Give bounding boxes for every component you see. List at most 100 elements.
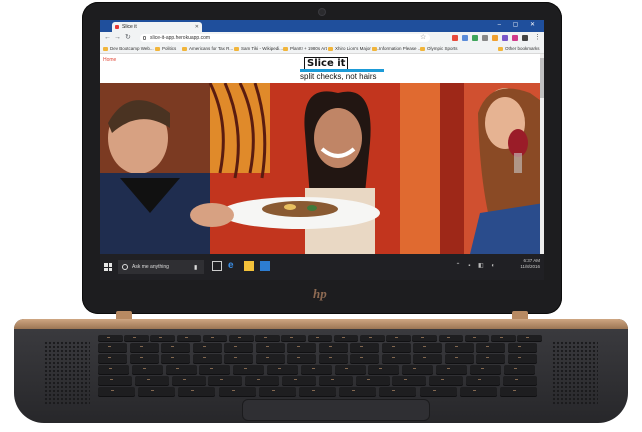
browser-tab[interactable]: Slice it ✕	[112, 22, 202, 32]
keyboard-key[interactable]	[334, 365, 366, 374]
keyboard-key[interactable]	[267, 365, 298, 374]
extension-icon[interactable]	[472, 35, 478, 41]
keyboard-key[interactable]	[350, 354, 379, 363]
address-bar[interactable]: slice-it-app.herokuapp.com	[140, 34, 430, 42]
keyboard-key[interactable]	[436, 365, 467, 374]
system-tray-icons[interactable]: ⌃ ▪ ◧ ◐	[456, 262, 498, 269]
keyboard-key[interactable]	[287, 354, 316, 363]
keyboard-key[interactable]	[491, 335, 516, 341]
keyboard-key[interactable]	[318, 343, 348, 352]
keyboard-key[interactable]	[233, 365, 265, 374]
extension-icon[interactable]	[482, 35, 488, 41]
task-view-icon[interactable]	[212, 261, 222, 271]
keyboard-key[interactable]	[503, 365, 535, 374]
keyboard-key[interactable]	[224, 343, 253, 352]
keyboard-key[interactable]	[392, 376, 427, 385]
keyboard-key[interactable]	[333, 335, 359, 341]
keyboard-key[interactable]	[299, 387, 336, 396]
keyboard-key[interactable]	[517, 335, 542, 341]
extension-icon[interactable]	[502, 35, 508, 41]
edge-icon[interactable]: e	[228, 261, 238, 271]
file-explorer-icon[interactable]	[244, 261, 254, 271]
keyboard-key[interactable]	[287, 343, 316, 352]
keyboard-key[interactable]	[444, 343, 474, 352]
keyboard-key[interactable]	[98, 343, 127, 352]
home-link[interactable]: Home	[103, 57, 116, 63]
store-icon[interactable]	[260, 261, 270, 271]
keyboard-key[interactable]	[402, 365, 434, 374]
taskbar-clock[interactable]: 6:37 AM 11/8/2016	[520, 258, 540, 270]
keyboard-key[interactable]	[469, 365, 501, 374]
keyboard-key[interactable]	[459, 387, 497, 396]
extension-icon[interactable]	[462, 35, 468, 41]
bookmark-item[interactable]: Olympic Sports	[420, 44, 458, 54]
bookmark-item[interactable]: Information Please ...	[372, 44, 422, 54]
keyboard-key[interactable]	[500, 387, 537, 396]
keyboard-key[interactable]	[208, 376, 243, 385]
keyboard-key[interactable]	[464, 335, 490, 341]
keyboard-key[interactable]	[318, 354, 348, 363]
extension-icon[interactable]	[512, 35, 518, 41]
keyboard-key[interactable]	[98, 335, 123, 341]
keyboard-key[interactable]	[161, 343, 190, 352]
windows-start-icon[interactable]	[104, 263, 112, 271]
keyboard-key[interactable]	[429, 376, 464, 385]
keyboard-key[interactable]	[507, 343, 537, 352]
keyboard-key[interactable]	[161, 354, 190, 363]
reload-button[interactable]: ↻	[125, 33, 131, 43]
keyboard-key[interactable]	[507, 354, 537, 363]
keyboard-key[interactable]	[176, 335, 202, 341]
extension-icon[interactable]	[452, 35, 458, 41]
extension-icon[interactable]	[492, 35, 498, 41]
keyboard-key[interactable]	[476, 354, 505, 363]
bookmark-item[interactable]: Sam Tiki - Wikipedi...	[234, 44, 283, 54]
keyboard-key[interactable]	[98, 387, 135, 396]
keyboard-key[interactable]	[224, 354, 253, 363]
keyboard-key[interactable]	[282, 376, 316, 385]
keyboard-key[interactable]	[255, 354, 285, 363]
keyboard-key[interactable]	[368, 365, 400, 374]
keyboard-key[interactable]	[192, 354, 222, 363]
close-tab-icon[interactable]: ✕	[195, 22, 199, 32]
keyboard-key[interactable]	[129, 343, 159, 352]
keyboard-key[interactable]	[202, 335, 228, 341]
keyboard-key[interactable]	[360, 335, 385, 341]
keyboard-key[interactable]	[339, 387, 377, 396]
keyboard-key[interactable]	[98, 365, 129, 374]
keyboard-key[interactable]	[255, 335, 280, 341]
keyboard-key[interactable]	[150, 335, 175, 341]
keyboard-key[interactable]	[98, 354, 127, 363]
keyboard-key[interactable]	[381, 354, 411, 363]
keyboard-key[interactable]	[171, 376, 206, 385]
keyboard-key[interactable]	[192, 343, 222, 352]
keyboard-key[interactable]	[355, 376, 390, 385]
microphone-icon[interactable]: ▮	[194, 264, 197, 271]
keyboard-key[interactable]	[258, 387, 296, 396]
keyboard-key[interactable]	[199, 365, 231, 374]
keyboard-key[interactable]	[281, 335, 306, 341]
keyboard-key[interactable]	[502, 376, 537, 385]
keyboard-key[interactable]	[300, 365, 332, 374]
bookmark-item[interactable]: PlanIt! + 1980s Art ...	[283, 44, 332, 54]
keyboard-key[interactable]	[98, 376, 132, 385]
keyboard-key[interactable]	[318, 376, 353, 385]
keyboard-key[interactable]	[165, 365, 197, 374]
bookmark-item[interactable]: Dev Bootcamp Web...	[103, 44, 154, 54]
bookmark-star-icon[interactable]: ☆	[420, 32, 426, 44]
trackpad[interactable]	[242, 399, 430, 421]
extension-icon[interactable]	[522, 35, 528, 41]
keyboard-key[interactable]	[413, 354, 442, 363]
keyboard-key[interactable]	[419, 387, 457, 396]
menu-icon[interactable]: ⋮	[534, 32, 541, 44]
keyboard-key[interactable]	[229, 335, 254, 341]
taskbar-search-box[interactable]: Ask me anything ▮	[118, 260, 204, 274]
keyboard-key[interactable]	[138, 387, 176, 396]
keyboard-key[interactable]	[386, 335, 411, 341]
keyboard-key[interactable]	[412, 335, 437, 341]
page-scrollbar[interactable]	[540, 54, 544, 254]
keyboard-key[interactable]	[381, 343, 411, 352]
back-button[interactable]: ←	[104, 33, 111, 43]
keyboard-key[interactable]	[131, 365, 163, 374]
keyboard-key[interactable]	[245, 376, 280, 385]
keyboard-key[interactable]	[178, 387, 216, 396]
